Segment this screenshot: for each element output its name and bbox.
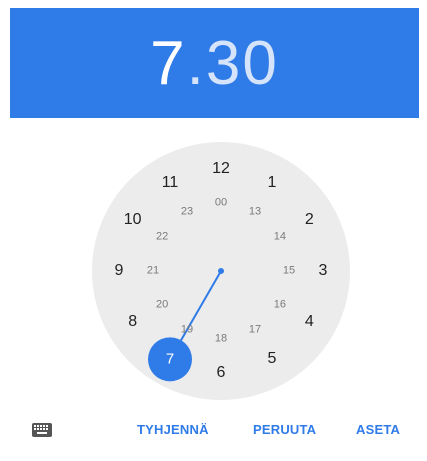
hour-number-19[interactable]: 19: [181, 324, 193, 335]
hour-number-11[interactable]: 11: [162, 174, 179, 191]
clock-center-dot: [218, 268, 224, 274]
hour-number-1[interactable]: 1: [268, 174, 277, 191]
time-display: 7 . 30: [10, 8, 419, 118]
time-header: 7 . 30: [10, 8, 419, 118]
set-button[interactable]: ASETA: [356, 422, 400, 437]
dialog-actions: TYHJENNÄ PERUUTA ASETA: [0, 416, 427, 448]
keyboard-icon: [32, 423, 52, 437]
hour-number-10[interactable]: 10: [124, 212, 142, 228]
clear-button[interactable]: TYHJENNÄ: [137, 422, 209, 437]
hour-number-7[interactable]: 7: [166, 352, 174, 367]
hour-number-6[interactable]: 6: [217, 365, 226, 381]
hour-number-14[interactable]: 14: [274, 231, 286, 243]
hour-number-2[interactable]: 2: [305, 212, 314, 228]
hour-number-9[interactable]: 9: [115, 263, 124, 279]
hour-number-21[interactable]: 21: [147, 265, 159, 277]
hour-number-18[interactable]: 18: [215, 333, 227, 345]
time-separator: .: [186, 28, 206, 98]
cancel-button[interactable]: PERUUTA: [253, 422, 316, 437]
hour-number-20[interactable]: 20: [156, 299, 168, 311]
hour-number-22[interactable]: 22: [156, 231, 168, 243]
hour-number-8[interactable]: 8: [128, 314, 137, 330]
hour-display[interactable]: 7: [150, 28, 186, 99]
clock-dial[interactable]: 12 1 2 3 4 5 6 7 8 9 10 11 00 13 14 15 16 17 18 19 20 21 22 23: [92, 142, 350, 400]
hour-number-00[interactable]: 00: [215, 197, 227, 209]
hour-number-16[interactable]: 16: [274, 299, 286, 311]
hour-number-23[interactable]: 23: [181, 206, 193, 218]
minute-display[interactable]: 30: [206, 28, 279, 99]
hour-number-4[interactable]: 4: [305, 314, 314, 330]
hour-number-17[interactable]: 17: [249, 324, 261, 335]
keyboard-toggle-button[interactable]: [30, 416, 54, 444]
hour-number-3[interactable]: 3: [319, 263, 328, 279]
hour-number-5[interactable]: 5: [268, 351, 277, 367]
hour-number-13[interactable]: 13: [249, 206, 261, 218]
hour-number-15[interactable]: 15: [283, 265, 295, 277]
hour-number-12[interactable]: 12: [212, 161, 230, 177]
clock-hand-layer: [148, 268, 224, 382]
